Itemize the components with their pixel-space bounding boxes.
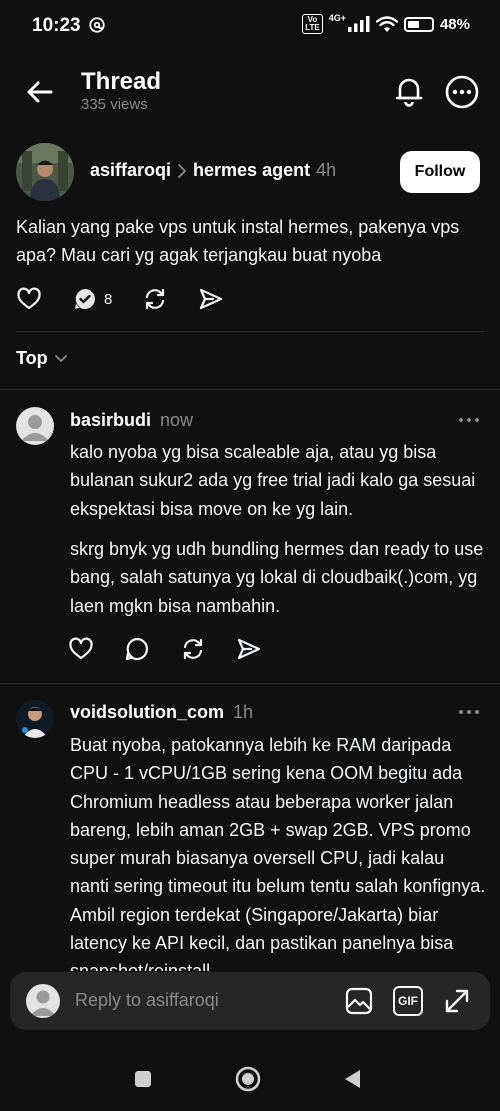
gif-label: GIF — [398, 994, 418, 1008]
heart-icon[interactable] — [16, 286, 42, 312]
avatar — [26, 984, 60, 1018]
page-title: Thread — [81, 68, 162, 95]
repost-icon[interactable] — [142, 286, 168, 312]
more-icon[interactable] — [456, 412, 482, 428]
status-time: 10:23 — [32, 15, 81, 36]
more-icon[interactable] — [456, 704, 482, 720]
chevron-right-icon — [178, 163, 187, 178]
divider — [0, 389, 500, 390]
more-horizontal-icon[interactable] — [444, 74, 480, 110]
threads-notification-icon — [89, 17, 105, 33]
send-icon[interactable] — [198, 286, 224, 312]
reply-username[interactable]: voidsolution_com — [70, 702, 224, 722]
default-avatar-icon — [30, 990, 56, 1016]
expand-icon[interactable] — [442, 986, 472, 1016]
post-username[interactable]: asiffaroqi — [90, 160, 171, 181]
reply-text: skrg bnyk yg udh bundling hermes dan rea… — [70, 539, 484, 616]
view-count: 335 views — [81, 96, 148, 113]
reply-time: 1h — [233, 702, 254, 722]
bell-icon[interactable] — [392, 74, 426, 108]
post-text: Kalian yang pake vps untuk instal hermes… — [16, 217, 460, 265]
avatar-photo — [16, 143, 74, 201]
reply-meta: basirbudi now — [70, 410, 193, 431]
post-time: 4h — [316, 160, 337, 180]
gif-icon[interactable]: GIF — [393, 986, 423, 1016]
wifi-icon — [375, 15, 398, 32]
reply-meta: voidsolution_com 1h — [70, 702, 253, 723]
back-nav-icon[interactable] — [340, 1066, 366, 1092]
heart-icon[interactable] — [68, 636, 94, 662]
comment-icon[interactable] — [124, 636, 150, 662]
post-actions: 8 — [16, 286, 224, 312]
chevron-down-icon — [54, 354, 67, 362]
send-icon[interactable] — [236, 636, 262, 662]
avatar[interactable] — [16, 143, 74, 201]
volte-bottom: LTE — [305, 23, 320, 32]
post-meta: asiffaroqi hermes agent 4h — [90, 160, 336, 181]
volte-indicator: Vo LTE — [302, 14, 323, 34]
sort-dropdown[interactable]: Top — [16, 348, 68, 369]
status-icons: Vo LTE 4G+ 48% — [302, 13, 470, 34]
status-bar: 10:23 Vo LTE 4G+ 48% — [0, 0, 500, 52]
reply-actions — [68, 636, 262, 662]
avatar-photo — [16, 700, 54, 738]
signal-icon — [347, 16, 370, 32]
reply-count: 8 — [104, 290, 113, 308]
battery-percent: 48% — [439, 15, 470, 33]
reply-composer[interactable]: Reply to asiffaroqi GIF — [10, 972, 490, 1030]
network-type: 4G+ — [328, 13, 346, 23]
repost-icon[interactable] — [180, 636, 206, 662]
post-topic-tag[interactable]: hermes agent — [193, 160, 310, 181]
reply-username[interactable]: basirbudi — [70, 410, 151, 430]
avatar[interactable] — [16, 407, 54, 445]
divider — [16, 331, 484, 332]
image-icon[interactable] — [344, 986, 374, 1016]
home-icon[interactable] — [234, 1065, 262, 1093]
default-avatar-icon — [21, 415, 49, 441]
avatar[interactable] — [16, 700, 54, 738]
divider — [0, 683, 500, 684]
thread-header: Thread 335 views — [0, 60, 500, 124]
recent-apps-icon[interactable] — [130, 1066, 156, 1092]
reply-text: kalo nyoba yg bisa scaleable aja, atau y… — [70, 442, 476, 519]
reply-text: Buat nyoba, patokannya lebih ke RAM dari… — [70, 735, 486, 971]
reply-count-icon[interactable] — [72, 286, 98, 312]
battery-fill — [407, 20, 419, 28]
reply-time: now — [160, 410, 194, 430]
reply-input[interactable]: Reply to asiffaroqi — [75, 990, 219, 1011]
battery-icon — [403, 16, 434, 32]
follow-button[interactable]: Follow — [400, 151, 480, 193]
system-nav-bar — [0, 1052, 500, 1111]
arrow-left-icon[interactable] — [24, 76, 56, 108]
sort-label: Top — [16, 348, 48, 368]
